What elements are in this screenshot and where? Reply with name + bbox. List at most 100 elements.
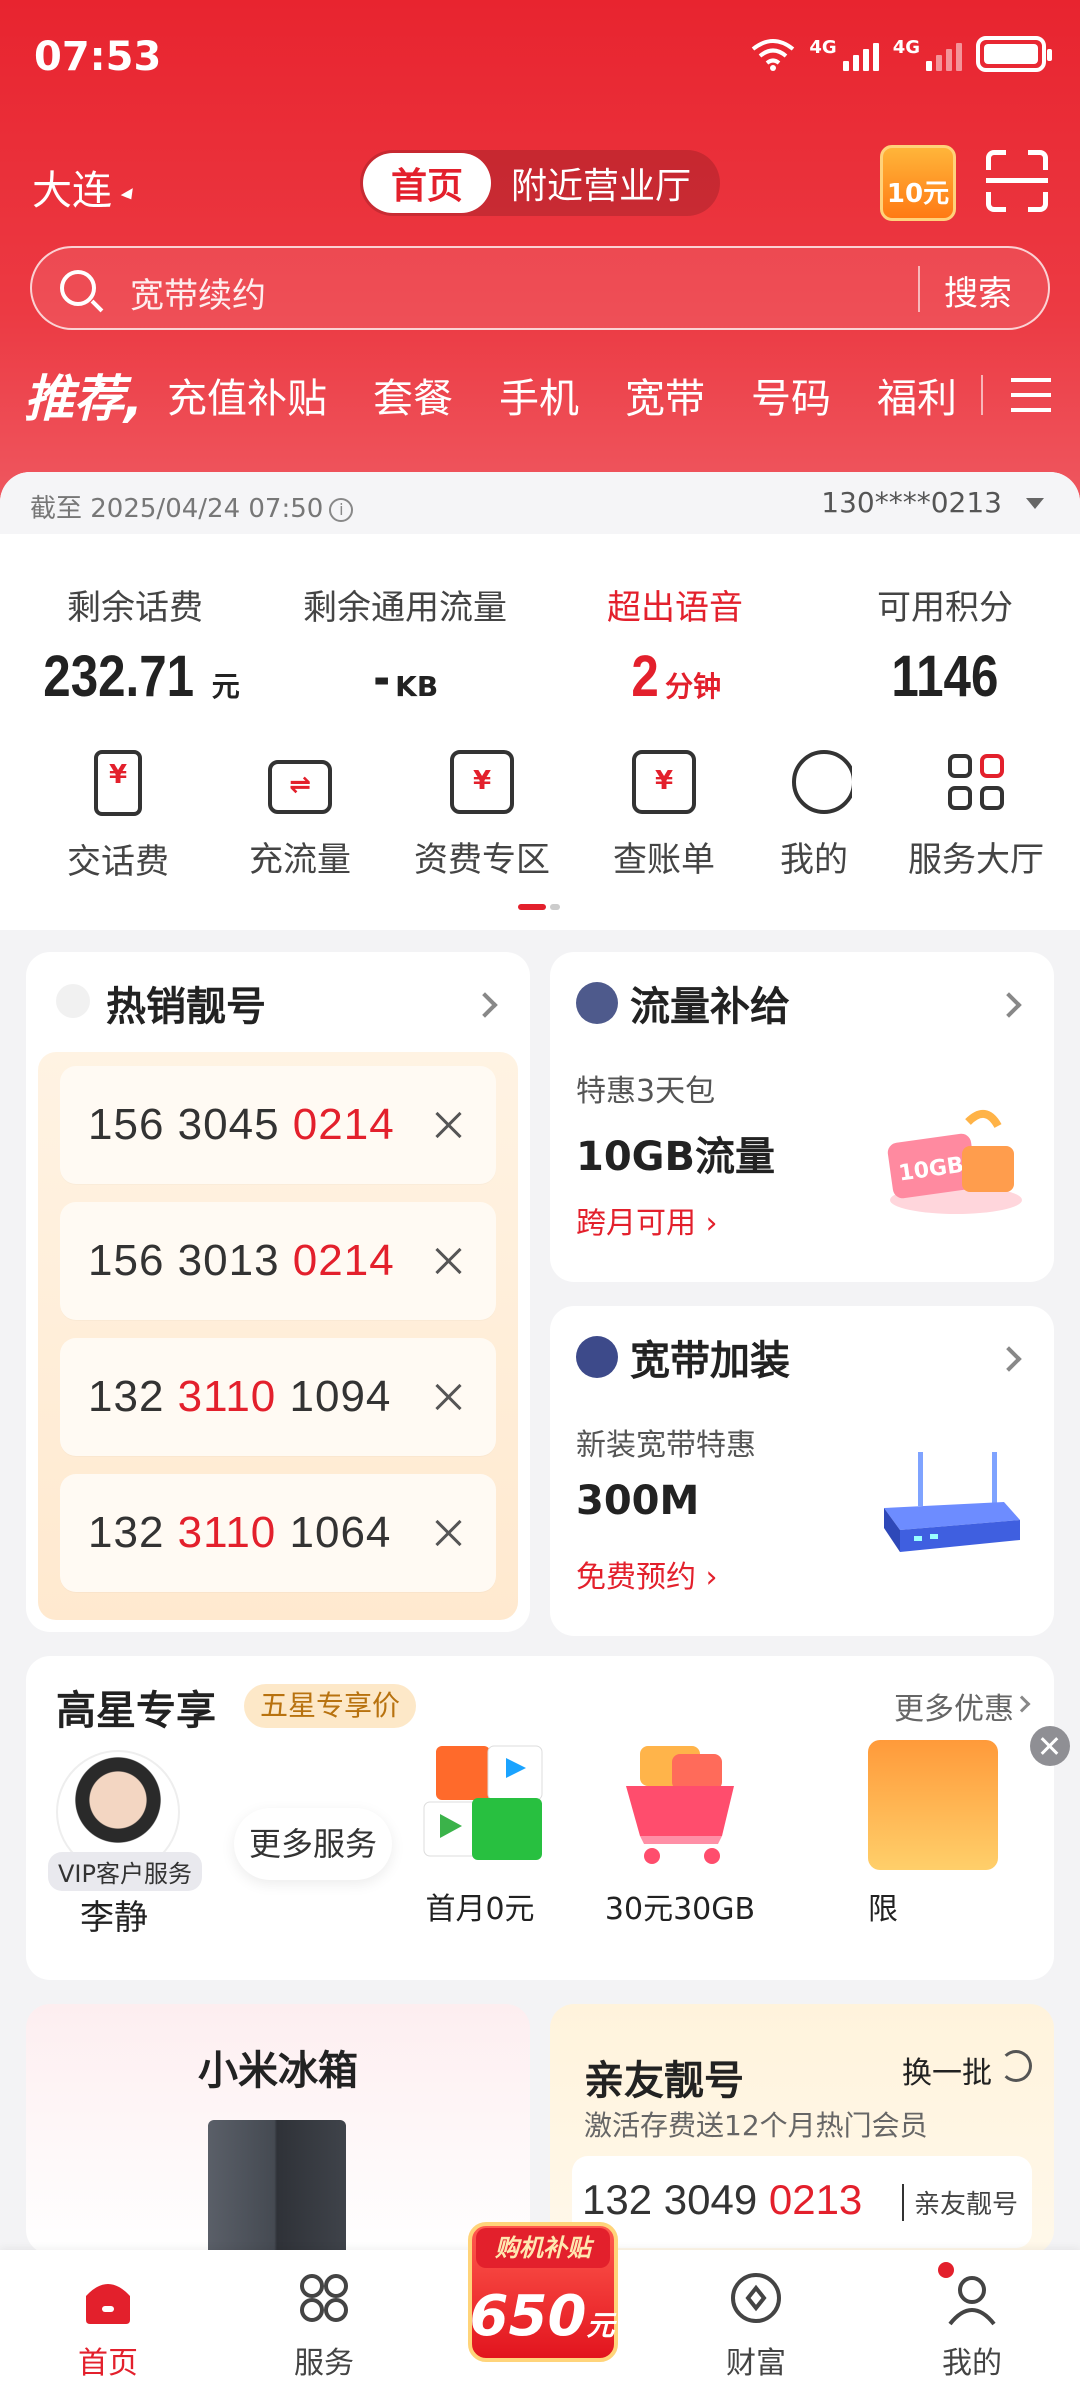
more-offers-link[interactable]: 更多优惠 xyxy=(894,1684,1014,1728)
stat-data-remaining[interactable]: 剩余通用流量 - KB xyxy=(270,580,540,710)
search-divider xyxy=(918,266,920,312)
chevron-right-icon[interactable] xyxy=(472,992,498,1018)
data-supply-link[interactable]: 跨月可用 › xyxy=(576,1198,718,1242)
phone-number-selector[interactable]: 130****0213 xyxy=(821,486,1002,519)
grid-icon xyxy=(944,750,1008,814)
tab-services[interactable]: 服务 xyxy=(244,2270,404,2382)
more-services-button[interactable]: 更多服务 xyxy=(234,1808,392,1880)
account-header: 截至 2025/04/24 07:50 i 130****0213 xyxy=(0,472,1080,534)
hot-numbers-card[interactable]: 热销靓号 156 3045 0214 156 3013 0214 132 311… xyxy=(26,952,530,1632)
refresh-batch-button[interactable]: 换一批 xyxy=(902,2048,992,2092)
close-icon[interactable] xyxy=(434,1518,464,1548)
quick-label: 资费专区 xyxy=(414,840,550,880)
tariff-icon: ¥ xyxy=(450,750,514,814)
xiaomi-fridge-card[interactable]: 小米冰箱 xyxy=(26,2004,530,2254)
router-icon xyxy=(874,1448,1024,1558)
services-grid-icon xyxy=(296,2270,352,2326)
close-icon[interactable] xyxy=(1030,1726,1070,1766)
tab-label: 财富 xyxy=(726,2346,786,2381)
info-icon[interactable]: i xyxy=(329,498,354,522)
network-type-2: 4G xyxy=(892,37,920,58)
product-label: 30元30GB xyxy=(604,1892,756,1927)
search-placeholder: 宽带续约 xyxy=(130,276,266,316)
tab-plans[interactable]: 套餐 xyxy=(373,366,453,424)
quick-pay-bill[interactable]: ¥ 交话费 xyxy=(28,750,208,883)
family-number-row[interactable]: 132 3049 0213 亲友靓号 xyxy=(572,2156,1032,2248)
close-icon[interactable] xyxy=(434,1382,464,1412)
number-row[interactable]: 156 3013 0214 xyxy=(60,1202,496,1320)
tab-mine[interactable]: 我的 xyxy=(892,2262,1052,2382)
tab-phones[interactable]: 手机 xyxy=(499,366,579,424)
close-icon[interactable] xyxy=(434,1246,464,1276)
vip-service-badge: VIP客户服务 xyxy=(48,1852,202,1891)
battery-icon xyxy=(976,36,1052,72)
category-tabs: 推荐, 充值补贴 套餐 手机 宽带 号码 福利 xyxy=(0,360,1080,430)
upgrade-banner-icon xyxy=(868,1740,998,1870)
segment-home[interactable]: 首页 xyxy=(363,153,492,213)
search-icon xyxy=(60,270,96,306)
quick-service-hall[interactable]: 服务大厅 xyxy=(886,750,1066,881)
quick-tariff-zone[interactable]: ¥ 资费专区 xyxy=(392,750,572,881)
tab-label: 首页 xyxy=(78,2346,138,2381)
hot-numbers-title: 热销靓号 xyxy=(106,984,266,1030)
broadband-title: 宽带加装 xyxy=(630,1338,790,1384)
purchase-subsidy-button[interactable]: 购机补贴 650元 xyxy=(458,2222,626,2372)
tab-benefits[interactable]: 福利 xyxy=(877,366,957,424)
tab-home[interactable]: 首页 xyxy=(28,2270,188,2382)
chevron-right-icon[interactable] xyxy=(1013,1695,1031,1713)
tab-recommend[interactable]: 推荐, xyxy=(24,359,143,431)
quick-view-bill[interactable]: ¥ 查账单 xyxy=(574,750,754,881)
product-upgrade-plan[interactable]: 限 xyxy=(862,1740,1002,1928)
city-caret-icon xyxy=(120,188,138,203)
status-icons: 4G 4G xyxy=(751,36,1052,72)
menu-icon[interactable] xyxy=(1011,378,1051,412)
chevron-right-icon[interactable] xyxy=(996,992,1022,1018)
city-selector[interactable]: 大连 xyxy=(32,158,138,216)
tab-wealth[interactable]: 财富 xyxy=(676,2270,836,2382)
refresh-icon[interactable] xyxy=(1000,2050,1032,2082)
search-button[interactable]: 搜索 xyxy=(944,266,1012,315)
quick-top-up-data[interactable]: ⇌ 充流量 xyxy=(210,750,390,881)
notification-dot xyxy=(938,2262,954,2278)
chevron-right-icon[interactable] xyxy=(996,1346,1022,1372)
dropdown-caret-icon[interactable] xyxy=(1026,498,1044,509)
user-icon xyxy=(938,2262,1000,2326)
quick-label: 交话费 xyxy=(67,842,169,882)
quick-mine[interactable]: 我的 xyxy=(752,750,852,881)
stat-points[interactable]: 可用积分 1146 xyxy=(810,580,1080,710)
vip-exclusive-card: 高星专享 五星专享价 更多优惠 VIP客户服务 李静 更多服务 首月0元 30元… xyxy=(26,1656,1070,1980)
tab-numbers[interactable]: 号码 xyxy=(751,366,831,424)
close-icon[interactable] xyxy=(434,1110,464,1140)
product-first-month-free[interactable]: 首月0元 xyxy=(390,1740,570,1928)
signal-icon-2: 4G xyxy=(893,37,962,71)
tab-broadband[interactable]: 宽带 xyxy=(625,366,705,424)
coupon-button[interactable]: 10元 xyxy=(880,145,956,221)
segment-nearby-store[interactable]: 附近营业厅 xyxy=(511,157,691,209)
number-row[interactable]: 132 3110 1094 xyxy=(60,1338,496,1456)
number-row[interactable]: 156 3045 0214 xyxy=(60,1066,496,1184)
page-indicator xyxy=(518,904,560,910)
broadband-card[interactable]: 宽带加装 新装宽带特惠 300M 免费预约 › xyxy=(550,1306,1054,1636)
tab-label: 我的 xyxy=(942,2346,1002,2381)
phone-bill-icon: ¥ xyxy=(94,750,142,816)
vip-tag: 五星专享价 xyxy=(244,1684,417,1728)
stat-value: 1146 xyxy=(891,644,999,709)
stat-voice-exceeded[interactable]: 超出语音 2 分钟 xyxy=(540,580,810,710)
tab-recharge-subsidy[interactable]: 充值补贴 xyxy=(167,366,327,424)
router-badge-icon xyxy=(576,1336,618,1378)
scan-icon[interactable] xyxy=(986,150,1048,212)
stat-label: 超出语音 xyxy=(607,588,743,628)
quick-actions: ¥ 交话费 ⇌ 充流量 ¥ 资费专区 ¥ 查账单 我的 服务大厅 xyxy=(0,750,1080,1168)
user-icon xyxy=(792,750,852,814)
broadband-link[interactable]: 免费预约 › xyxy=(576,1552,718,1596)
data-supply-card[interactable]: 流量补给 特惠3天包 10GB流量 跨月可用 › 10GB xyxy=(550,952,1054,1282)
stat-unit: KB xyxy=(395,670,439,703)
number-row[interactable]: 132 3110 1064 xyxy=(60,1474,496,1592)
hot-badge-icon xyxy=(56,984,90,1018)
stat-balance[interactable]: 剩余话费 232.71 元 xyxy=(0,580,270,710)
search-bar[interactable]: 宽带续约 搜索 xyxy=(30,246,1050,330)
family-title: 亲友靓号 xyxy=(584,2058,744,2104)
wealth-coin-icon xyxy=(728,2270,784,2326)
family-numbers-card[interactable]: 亲友靓号 激活存费送12个月热门会员 换一批 132 3049 0213 亲友靓… xyxy=(550,2004,1054,2254)
product-30-yuan-30gb[interactable]: 30元30GB xyxy=(590,1740,770,1928)
